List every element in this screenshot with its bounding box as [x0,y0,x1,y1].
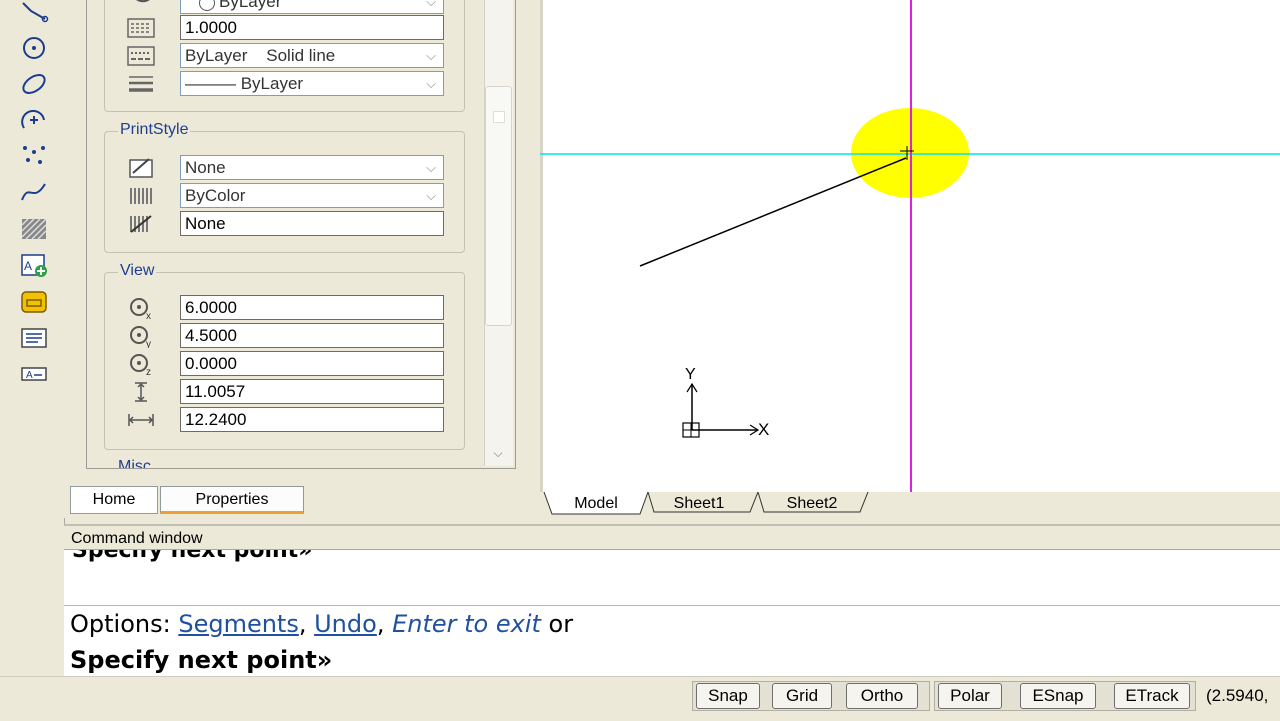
center-y-icon: y [124,323,158,349]
ucs-x-label: X [758,420,770,439]
color-combo[interactable]: ByLayer ⌵ [180,0,444,14]
mtext-icon[interactable] [17,323,51,353]
drawing-canvas[interactable]: Y X [540,0,1280,492]
tab-properties[interactable]: Properties [160,486,304,514]
hatch-icon[interactable] [17,214,51,244]
plot-style-table-value: ByColor [185,186,246,205]
history-line: Specify next point» [72,550,313,563]
command-window-title: Command window [64,524,1280,550]
view-height-icon [124,379,158,405]
option-segments[interactable]: Segments [178,610,299,638]
polyline-icon[interactable] [17,0,51,30]
command-options: Options: Segments, Undo, Enter to exit o… [70,610,573,638]
command-line[interactable]: Options: Segments, Undo, Enter to exit o… [64,606,1280,676]
printstyle-title: PrintStyle [118,121,191,139]
linetype-icon [124,43,158,69]
color-value: ByLayer [219,0,282,11]
point-icon[interactable] [17,141,51,171]
chevron-down-icon[interactable]: ⌵ [419,72,443,95]
tab-home[interactable]: Home [70,486,158,514]
svg-text:x: x [146,311,151,320]
grid-button[interactable]: Grid [772,683,832,709]
view-title: View [118,262,157,280]
ellipse-icon[interactable] [17,69,51,99]
svg-text:A: A [24,259,32,273]
misc-title: Misc [118,458,151,468]
snap-button[interactable]: Snap [696,683,760,709]
layout-tab-bar [540,492,1280,518]
coordinates-readout: (2.5940, [1206,686,1269,705]
center-z-icon: z [124,351,158,377]
plot-style-combo[interactable]: None ⌵ [180,155,444,180]
insert-block-icon[interactable]: A [17,251,51,281]
chevron-down-icon[interactable]: ⌵ [419,44,443,67]
plot-style-table-icon [124,183,158,209]
tab-sheet2[interactable]: Sheet2 [766,493,858,515]
tab-sheet1[interactable]: Sheet1 [654,493,744,515]
plot-style-value: None [185,158,226,177]
svg-text:A: A [26,370,33,381]
draw-toolbar: A A [0,0,65,676]
plot-style-table-combo[interactable]: ByColor ⌵ [180,183,444,208]
view-width-icon [124,407,158,433]
scrollbar-thumb[interactable] [485,86,512,326]
linetype-value: ByLayer Solid line [185,46,336,65]
plot-table-attached-field[interactable]: None [180,211,444,236]
linetype-scale-icon [124,15,158,41]
command-prompt: Specify next point» [70,646,333,674]
chevron-down-icon[interactable]: ⌵ [419,156,443,179]
plot-table-attached-icon [124,211,158,237]
esnap-button[interactable]: ESnap [1020,683,1096,709]
ucs-y-label: Y [685,366,696,383]
circle-icon[interactable] [17,33,51,63]
spline-icon[interactable] [17,177,51,207]
polyline-segment [639,157,907,267]
chevron-down-icon[interactable]: ⌵ [419,0,443,13]
ucs-icon [682,382,760,438]
center-y-field[interactable]: 4.5000 [180,323,444,348]
options-suffix: or [540,610,574,638]
arc-icon[interactable] [17,105,51,135]
command-history: Specify next point» [64,550,1280,606]
option-undo[interactable]: Undo [314,610,377,638]
misc-group: Misc [104,456,463,468]
linetype-scale-field[interactable]: 1.0000 [180,15,444,40]
polar-button[interactable]: Polar [938,683,1002,709]
etrack-button[interactable]: ETrack [1114,683,1190,709]
center-x-field[interactable]: 6.0000 [180,295,444,320]
options-prefix: Options: [70,610,179,638]
lineweight-value: ——— ByLayer [185,74,304,93]
region-icon[interactable] [17,287,51,317]
svg-text:z: z [146,367,151,376]
view-height-field[interactable]: 11.0057 [180,379,444,404]
plot-style-icon [124,155,158,181]
options-sep: , [376,610,393,638]
view-width-field[interactable]: 12.2400 [180,407,444,432]
center-z-field[interactable]: 0.0000 [180,351,444,376]
center-x-icon: x [124,295,158,321]
options-sep: , [298,610,315,638]
ortho-button[interactable]: Ortho [846,683,918,709]
svg-text:y: y [146,339,151,348]
lineweight-combo[interactable]: ——— ByLayer ⌵ [180,71,444,96]
text-icon[interactable]: A [17,359,51,389]
option-enter-to-exit[interactable]: Enter to exit [392,610,541,638]
chevron-down-icon[interactable]: ⌵ [419,184,443,207]
lineweight-icon [124,71,158,97]
tab-model[interactable]: Model [552,493,640,515]
linetype-combo[interactable]: ByLayer Solid line ⌵ [180,43,444,68]
scroll-down-icon[interactable]: ⌵ [488,446,508,464]
